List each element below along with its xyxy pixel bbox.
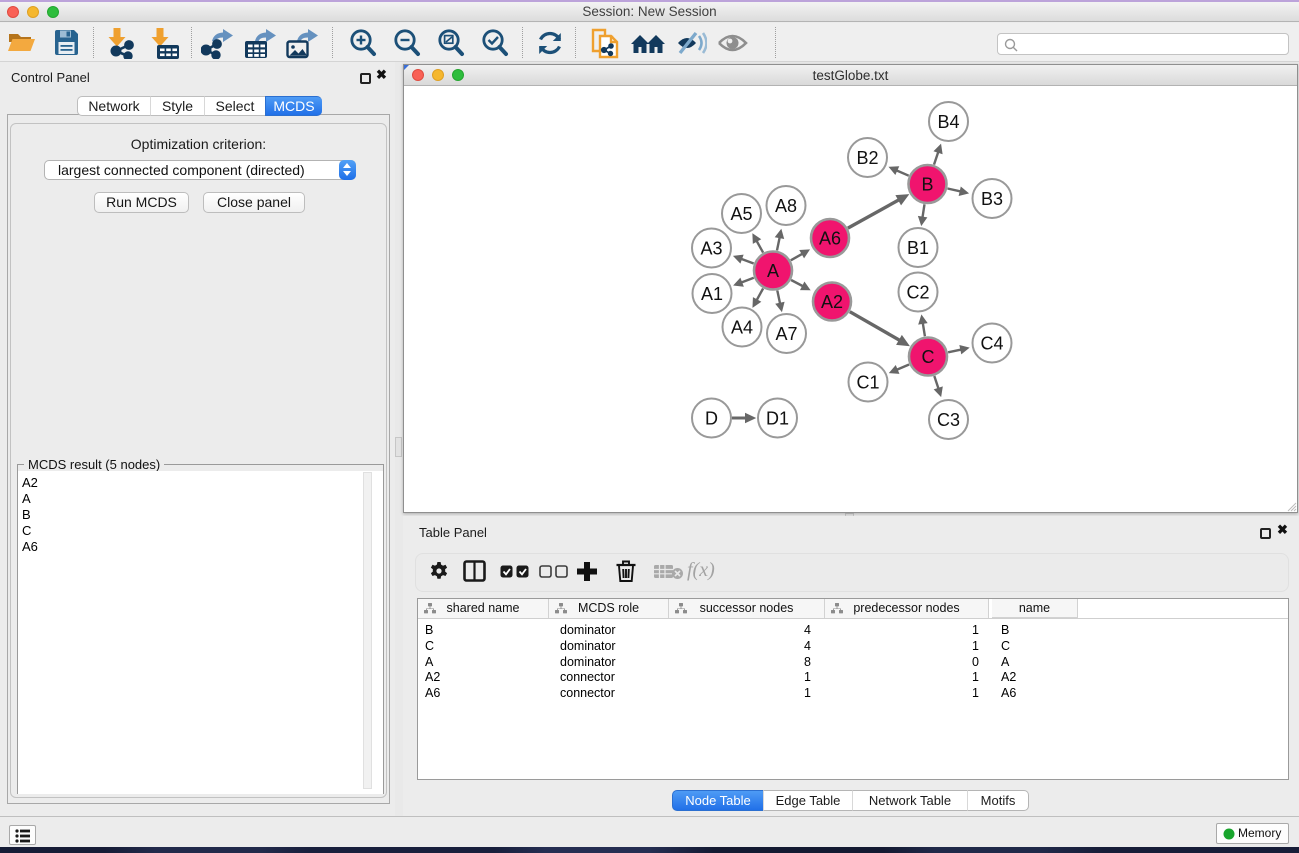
svg-text:C2: C2: [906, 283, 929, 303]
svg-text:B2: B2: [856, 148, 878, 168]
svg-text:A8: A8: [775, 196, 797, 216]
svg-text:A: A: [767, 261, 779, 281]
svg-text:A7: A7: [775, 324, 797, 344]
svg-text:D1: D1: [766, 409, 789, 429]
svg-text:D: D: [705, 409, 718, 429]
svg-text:B4: B4: [937, 112, 959, 132]
svg-text:A1: A1: [701, 284, 723, 304]
svg-text:A5: A5: [730, 204, 752, 224]
svg-text:A6: A6: [819, 229, 841, 249]
svg-text:B1: B1: [907, 238, 929, 258]
svg-text:B3: B3: [981, 189, 1003, 209]
svg-text:C3: C3: [937, 410, 960, 430]
svg-text:C: C: [922, 347, 935, 367]
svg-text:A3: A3: [700, 239, 722, 259]
svg-text:B: B: [921, 175, 933, 195]
svg-text:A4: A4: [731, 318, 753, 338]
svg-text:A2: A2: [821, 292, 843, 312]
svg-text:C1: C1: [856, 373, 879, 393]
svg-text:C4: C4: [980, 334, 1003, 354]
